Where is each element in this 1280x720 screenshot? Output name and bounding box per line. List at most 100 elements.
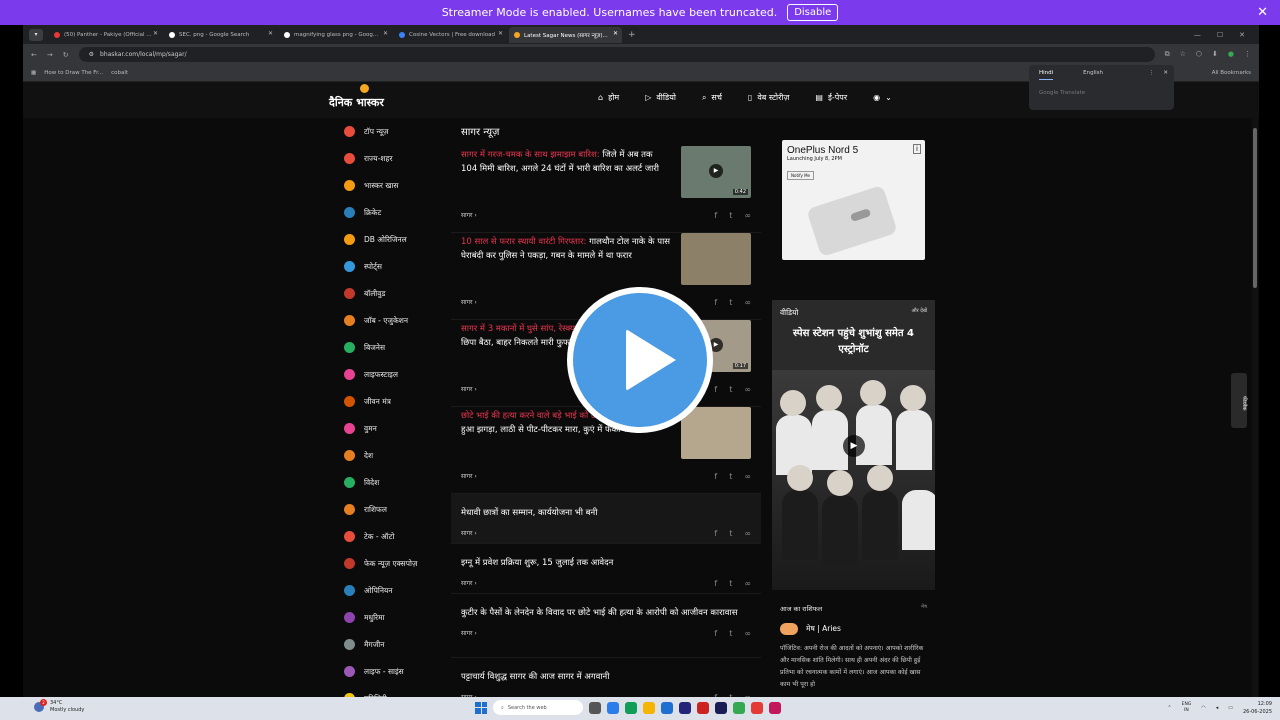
- sidebar-item[interactable]: भास्कर खास: [341, 172, 451, 199]
- clock[interactable]: 12:09 26-06-2025: [1243, 700, 1272, 716]
- story-tag[interactable]: सागर: [461, 472, 472, 480]
- app-icon[interactable]: [625, 701, 637, 714]
- back-icon[interactable]: ←: [31, 51, 37, 59]
- close-icon[interactable]: ✕: [1163, 70, 1168, 76]
- twitter-icon[interactable]: t: [729, 298, 732, 307]
- sidebar-item[interactable]: यूटिलिटी: [341, 685, 451, 697]
- link-icon[interactable]: ∞: [744, 472, 751, 481]
- story-headline[interactable]: मेधावी छात्रों का सम्मान, कार्ययोजना भी …: [461, 504, 741, 520]
- story-headline[interactable]: सागर में गरज-चमक के साथ झमाझम बारिश: जिल…: [461, 146, 671, 176]
- story-headline[interactable]: 10 साल से फरार स्थायी वारंटी गिरफ्तार: ग…: [461, 233, 671, 263]
- app-icon[interactable]: [715, 701, 727, 714]
- sidebar-item[interactable]: टेक - ऑटो: [341, 523, 451, 550]
- app-icon[interactable]: [697, 701, 709, 714]
- story-headline[interactable]: पट्टाचार्य विशुद्ध सागर की आज सागर में अ…: [461, 668, 741, 684]
- sidebar-item[interactable]: जीवन मंत्र: [341, 388, 451, 415]
- news-story[interactable]: इग्नू में प्रवेश प्रक्रिया शुरू, 15 जुला…: [451, 544, 761, 594]
- ad-info-icon[interactable]: i: [913, 144, 921, 154]
- menu-icon[interactable]: ⋮: [1244, 50, 1251, 59]
- more-icon[interactable]: ⋮: [1149, 70, 1155, 76]
- minimize-icon[interactable]: —: [1194, 31, 1201, 39]
- news-story[interactable]: मेधावी छात्रों का सम्मान, कार्ययोजना भी …: [451, 494, 761, 544]
- user-menu[interactable]: ◉ ⌄: [873, 92, 892, 103]
- twitter-icon[interactable]: t: [729, 529, 732, 538]
- sidebar-item[interactable]: बिजनेस: [341, 334, 451, 361]
- story-headline[interactable]: कुटीर के पैसों के लेनदेन के विवाद पर छोट…: [461, 604, 741, 620]
- reload-icon[interactable]: ↻: [63, 51, 69, 59]
- news-story[interactable]: पट्टाचार्य विशुद्ध सागर की आज सागर में अ…: [451, 658, 761, 697]
- app-icon[interactable]: [751, 701, 763, 714]
- news-story[interactable]: कुटीर के पैसों के लेनदेन के विवाद पर छोट…: [451, 594, 761, 658]
- sidebar-item[interactable]: राज्य-शहर: [341, 145, 451, 172]
- nav-video[interactable]: ▷ वीडियो: [645, 92, 676, 103]
- facebook-icon[interactable]: f: [714, 385, 717, 394]
- tab-2[interactable]: magnifying glass png - Goog... ✕: [279, 27, 392, 43]
- feedback-tab[interactable]: फीडबैक: [1231, 373, 1247, 428]
- nav-home[interactable]: ⌂ होम: [598, 92, 619, 103]
- tab-0[interactable]: (50) Panther - Pakiye (Official ... ✕: [49, 27, 162, 43]
- chrome-icon[interactable]: [733, 701, 745, 714]
- maximize-icon[interactable]: ☐: [1217, 31, 1223, 39]
- tab-4[interactable]: Latest Sagar News (सागर न्यूज़)... ✕: [509, 26, 622, 43]
- lang-english[interactable]: English: [1083, 70, 1103, 80]
- story-tag[interactable]: सागर: [461, 529, 472, 537]
- link-icon[interactable]: ∞: [744, 579, 751, 588]
- close-tab-icon[interactable]: ✕: [153, 30, 158, 37]
- close-tab-icon[interactable]: ✕: [383, 30, 388, 37]
- sidebar-item[interactable]: बॉलीवुड: [341, 280, 451, 307]
- news-story[interactable]: सागर में गरज-चमक के साथ झमाझम बारिश: जिल…: [451, 146, 761, 233]
- battery-icon[interactable]: ▭: [1228, 705, 1233, 711]
- video-widget[interactable]: वीडियो और देखें स्पेस स्टेशन पहुंचे शुभा…: [772, 300, 935, 590]
- site-info-icon[interactable]: ⚙: [89, 51, 94, 58]
- play-button[interactable]: [567, 287, 713, 433]
- sidebar-item[interactable]: वुमन: [341, 415, 451, 442]
- link-icon[interactable]: ∞: [744, 211, 751, 220]
- close-window-icon[interactable]: ✕: [1239, 31, 1245, 39]
- new-tab-icon[interactable]: +: [628, 30, 636, 40]
- story-tag[interactable]: सागर: [461, 385, 472, 393]
- sidebar-item[interactable]: देश: [341, 442, 451, 469]
- address-bar[interactable]: ⚙ bhaskar.com/local/mp/sagar/: [78, 47, 1155, 62]
- nav-search[interactable]: ⌕ सर्च: [702, 92, 722, 103]
- taskbar-search[interactable]: ⌕ Search the web: [493, 700, 583, 715]
- ad-button[interactable]: Notify Me: [787, 171, 815, 180]
- scrollbar-thumb[interactable]: [1253, 128, 1257, 288]
- volume-icon[interactable]: ◂: [1216, 705, 1219, 711]
- story-thumbnail[interactable]: ▶ 0:42: [681, 146, 751, 198]
- advertisement[interactable]: OnePlus Nord 5 Launching July 8, 2PM Not…: [782, 140, 925, 260]
- sidebar-item[interactable]: राशिफल: [341, 496, 451, 523]
- story-tag[interactable]: सागर: [461, 579, 472, 587]
- tab-1[interactable]: SEC. png - Google Search ✕: [164, 27, 277, 43]
- disable-button[interactable]: Disable: [787, 4, 839, 21]
- tab-search-icon[interactable]: ▾: [29, 28, 43, 41]
- story-tag[interactable]: सागर: [461, 629, 472, 637]
- extensions-icon[interactable]: ⬡: [1196, 50, 1202, 59]
- translate-option[interactable]: Google Translate: [1029, 85, 1174, 101]
- forward-icon[interactable]: →: [47, 51, 53, 59]
- download-icon[interactable]: ⬇: [1212, 50, 1218, 59]
- sidebar-item[interactable]: विदेश: [341, 469, 451, 496]
- close-tab-icon[interactable]: ✕: [268, 30, 273, 37]
- close-icon[interactable]: ✕: [1257, 5, 1268, 20]
- lang-hindi[interactable]: Hindi: [1039, 70, 1054, 80]
- link-icon[interactable]: ∞: [744, 298, 751, 307]
- twitter-icon[interactable]: t: [729, 579, 732, 588]
- link-icon[interactable]: ∞: [744, 529, 751, 538]
- facebook-icon[interactable]: f: [714, 472, 717, 481]
- weather-widget[interactable]: 34°C Mostly cloudy: [34, 699, 84, 714]
- see-all-link[interactable]: और देखें: [912, 308, 928, 318]
- app-icon[interactable]: [679, 701, 691, 714]
- sidebar-item[interactable]: फेक न्यूज़ एक्सपोज़: [341, 550, 451, 577]
- wifi-icon[interactable]: ◠: [1201, 705, 1205, 711]
- facebook-icon[interactable]: f: [714, 529, 717, 538]
- sidebar-item[interactable]: मैगजीन: [341, 631, 451, 658]
- app-icon[interactable]: [607, 701, 619, 714]
- twitter-icon[interactable]: t: [729, 211, 732, 220]
- sidebar-item[interactable]: जॉब - एजुकेशन: [341, 307, 451, 334]
- video-play-icon[interactable]: ▶: [843, 435, 865, 457]
- scrollbar[interactable]: [1252, 118, 1258, 697]
- bookmark-item[interactable]: cobalt: [111, 70, 128, 76]
- sidebar-item[interactable]: DB ओरिजिनल: [341, 226, 451, 253]
- bookmark-star-icon[interactable]: ☆: [1180, 50, 1186, 59]
- profile-icon[interactable]: ●: [1228, 50, 1234, 59]
